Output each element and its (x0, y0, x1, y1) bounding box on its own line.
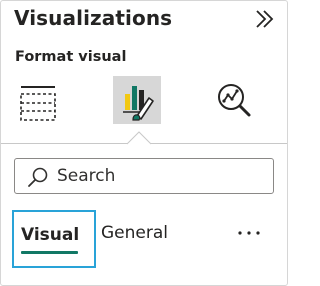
search-input[interactable]: Search (14, 158, 274, 194)
search-icon (28, 167, 48, 187)
more-options-icon (238, 231, 260, 235)
tab-visual[interactable]: Visual (12, 210, 96, 268)
format-paintbrush-icon (123, 86, 154, 121)
format-visual-heading: Format visual (15, 49, 127, 65)
more-options-button[interactable] (233, 222, 265, 244)
tab-visual-label: Visual (21, 225, 80, 245)
selected-tab-pointer (127, 131, 151, 145)
tab-general[interactable]: General (101, 223, 168, 243)
build-visual-icon (20, 86, 56, 121)
search-placeholder: Search (57, 166, 116, 186)
tab-format-visual[interactable] (113, 76, 161, 124)
analytics-magnifier-icon (218, 84, 251, 117)
chevrons-right-icon (256, 10, 274, 28)
visualizations-pane: Visualizations Format visual Search Visu… (0, 0, 288, 286)
selected-tab-underline (21, 251, 78, 254)
collapse-pane-button[interactable] (251, 7, 279, 31)
tab-analytics[interactable] (211, 77, 257, 123)
pane-title: Visualizations (14, 6, 173, 30)
tab-build-visual[interactable] (15, 77, 61, 123)
